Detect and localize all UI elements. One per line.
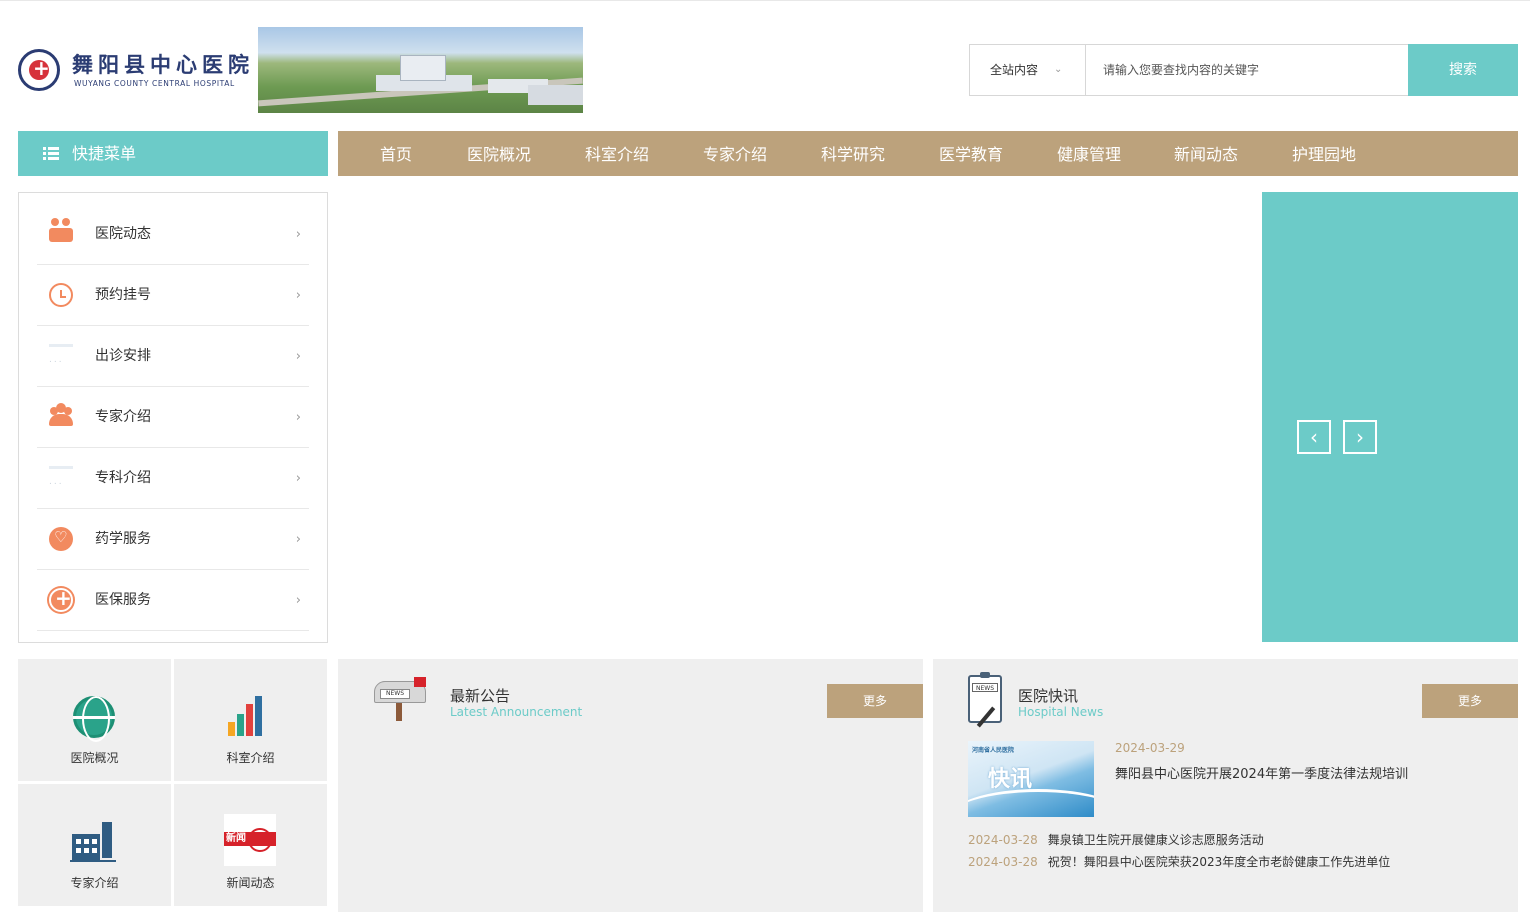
search-bar: 全站内容 ⌄ 搜索	[969, 44, 1518, 96]
tile-label: 专家介绍	[70, 876, 119, 890]
chevron-right-icon: ›	[295, 227, 301, 242]
tile-label: 科室介绍	[226, 751, 275, 765]
quick-item-label: 出诊安排	[95, 348, 151, 364]
tile-departments[interactable]: 科室介绍	[174, 659, 327, 781]
tile-experts[interactable]: 专家介绍	[18, 784, 171, 906]
banner-slider	[338, 192, 1262, 643]
heart-icon	[49, 527, 73, 551]
hospital-news-panel: NEWS 医院快讯 Hospital News 更多 河南省人民医院 快讯 20…	[933, 659, 1518, 912]
search-input[interactable]	[1087, 45, 1407, 95]
slider-next-button[interactable]: ›	[1343, 420, 1377, 454]
chevron-right-icon: ›	[295, 593, 301, 608]
search-button[interactable]: 搜索	[1408, 44, 1518, 96]
nav-item-news[interactable]: 新闻动态	[1174, 131, 1238, 176]
chevron-right-icon: ›	[295, 288, 301, 303]
slider-side-panel: ‹ ›	[1262, 192, 1518, 642]
globe-icon	[73, 696, 115, 742]
quick-item-departments[interactable]: 专科介绍 ›	[37, 448, 309, 509]
building-icon	[70, 820, 116, 862]
top-divider	[0, 0, 1530, 1]
quick-item-label: 预约挂号	[95, 287, 151, 303]
announcement-more-button[interactable]: 更多	[827, 684, 923, 718]
news-item-title: 祝贺！舞阳县中心医院荣获2023年度全市老龄健康工作先进单位	[1047, 855, 1391, 869]
news-icon: 新闻	[224, 814, 276, 866]
news-list-item[interactable]: 2024-03-28 祝贺！舞阳县中心医院荣获2023年度全市老龄健康工作先进单位	[968, 853, 1390, 870]
nav-item-nursing[interactable]: 护理园地	[1292, 131, 1356, 176]
search-scope-select[interactable]: 全站内容 ⌄	[970, 45, 1086, 95]
tile-news[interactable]: 新闻 新闻动态	[174, 784, 327, 906]
announcement-subtitle: Latest Announcement	[450, 705, 583, 719]
clock-icon	[49, 283, 73, 307]
clipboard-news-icon: NEWS	[968, 672, 1002, 728]
tile-overview[interactable]: 医院概况	[18, 659, 171, 781]
chevron-right-icon: ›	[295, 349, 301, 364]
list-icon	[43, 147, 59, 161]
featured-news-date: 2024-03-29	[1115, 741, 1185, 755]
news-date: 2024-03-28	[968, 855, 1038, 869]
quick-menu-title: 快捷菜单	[72, 144, 137, 163]
nav-item-health[interactable]: 健康管理	[1057, 131, 1121, 176]
quick-menu-header: 快捷菜单	[18, 131, 328, 176]
quick-item-label: 药学服务	[95, 531, 151, 547]
news-date: 2024-03-28	[968, 833, 1038, 847]
nav-item-education[interactable]: 医学教育	[939, 131, 1003, 176]
hospital-emblem-icon	[18, 49, 60, 91]
site-name-en: WUYANG COUNTY CENTRAL HOSPITAL	[74, 79, 235, 88]
news-item-title: 舞泉镇卫生院开展健康义诊志愿服务活动	[1047, 833, 1264, 847]
hospital-icon	[49, 218, 73, 242]
quick-item-hospital-news[interactable]: 医院动态 ›	[37, 204, 309, 265]
news-thumbnail[interactable]: 河南省人民医院 快讯	[968, 741, 1094, 817]
chevron-down-icon: ⌄	[1054, 64, 1063, 75]
quick-item-label: 医院动态	[95, 226, 151, 242]
quick-menu-list: 医院动态 › 预约挂号 › 出诊安排 › 专家介绍 › 专科介绍 › 药学服务 …	[18, 192, 328, 643]
quick-item-label: 专家介绍	[95, 409, 151, 425]
news-more-button[interactable]: 更多	[1422, 684, 1518, 718]
schedule-icon	[49, 344, 73, 368]
quick-item-appointment[interactable]: 预约挂号 ›	[37, 265, 309, 326]
quick-item-insurance[interactable]: 医保服务 ›	[37, 570, 309, 631]
plus-icon	[49, 586, 73, 612]
mailbox-news-icon: NEWS	[374, 677, 428, 721]
doctors-icon	[49, 403, 73, 429]
quick-item-schedule[interactable]: 出诊安排 ›	[37, 326, 309, 387]
quick-item-label: 专科介绍	[95, 470, 151, 486]
announcement-panel: NEWS 最新公告 Latest Announcement 更多	[338, 659, 923, 912]
tile-label: 新闻动态	[226, 876, 275, 890]
department-icon	[49, 466, 73, 490]
hospital-aerial-photo	[258, 27, 583, 113]
news-title: 医院快讯	[1018, 687, 1079, 705]
chevron-right-icon: ›	[295, 471, 301, 486]
news-subtitle: Hospital News	[1018, 705, 1104, 719]
nav-item-research[interactable]: 科学研究	[821, 131, 885, 176]
tile-label: 医院概况	[70, 751, 119, 765]
search-scope-label: 全站内容	[990, 63, 1039, 77]
hospital-logo[interactable]: 舞阳县中心医院 WUYANG COUNTY CENTRAL HOSPITAL	[18, 47, 249, 91]
main-nav: 首页 医院概况 科室介绍 专家介绍 科学研究 医学教育 健康管理 新闻动态 护理…	[338, 131, 1518, 176]
featured-news-title[interactable]: 舞阳县中心医院开展2024年第一季度法律法规培训	[1115, 763, 1408, 782]
nav-item-experts[interactable]: 专家介绍	[703, 131, 767, 176]
bar-chart-icon	[228, 692, 270, 736]
slider-prev-button[interactable]: ‹	[1297, 420, 1331, 454]
chevron-right-icon: ›	[295, 410, 301, 425]
site-name: 舞阳县中心医院	[72, 52, 254, 77]
nav-item-departments[interactable]: 科室介绍	[585, 131, 649, 176]
nav-item-home[interactable]: 首页	[380, 131, 412, 176]
quick-item-pharmacy[interactable]: 药学服务 ›	[37, 509, 309, 570]
nav-item-overview[interactable]: 医院概况	[467, 131, 531, 176]
announcement-title: 最新公告	[450, 687, 511, 705]
quick-item-experts[interactable]: 专家介绍 ›	[37, 387, 309, 448]
chevron-right-icon: ›	[295, 532, 301, 547]
quick-item-label: 医保服务	[95, 592, 151, 608]
news-list-item[interactable]: 2024-03-28 舞泉镇卫生院开展健康义诊志愿服务活动	[968, 831, 1264, 848]
